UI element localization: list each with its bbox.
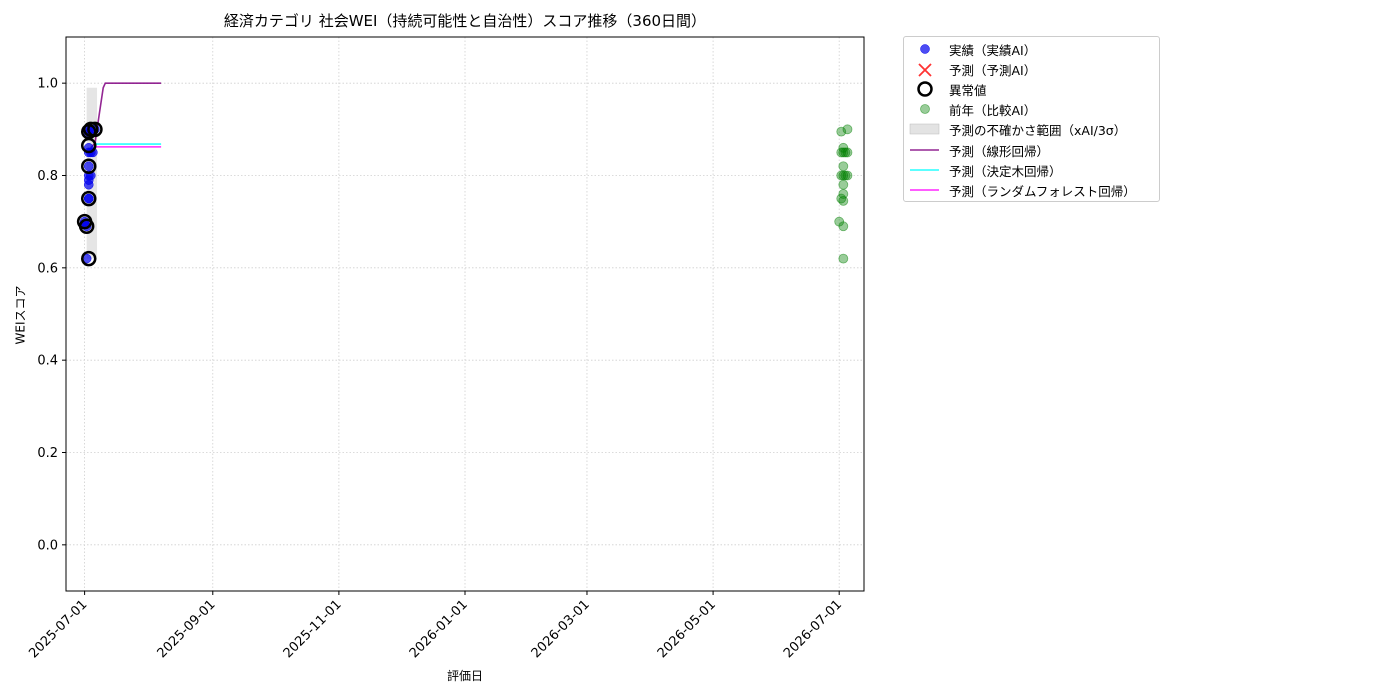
- x-tick-label: 2025-11-01: [281, 597, 345, 661]
- x-axis-label: 評価日: [446, 669, 483, 683]
- legend-item-uncertainty: 予測の不確かさ範囲（xAI/3σ）: [904, 118, 1159, 138]
- previous-year-point: [838, 253, 849, 264]
- legend-anomaly-marker: [917, 81, 933, 97]
- prediction-line-layer: [90, 82, 162, 149]
- previous-year-point: [838, 221, 849, 232]
- actual-point: [83, 161, 94, 172]
- y-tick-label: 0.8: [37, 169, 58, 184]
- legend-linear-label: 予測（線形回帰）: [949, 144, 1050, 159]
- actual-point: [83, 193, 94, 204]
- linear-regression-line: [90, 82, 162, 149]
- legend-forest-label: 予測（ランダムフォレスト回帰）: [949, 184, 1136, 199]
- legend-item-previous-year: 前年（比較AI）: [904, 98, 1159, 118]
- legend-forecast-label: 予測（予測AI）: [949, 63, 1037, 78]
- legend-uncertainty-swatch: [909, 123, 940, 135]
- legend-anomaly-label: 異常値: [949, 83, 987, 98]
- legend-tree-line: [910, 169, 939, 171]
- previous-year-point: [842, 124, 853, 135]
- axis-ticks: 0.0 0.2 0.4 0.6 0.8 1.0 2025-07-01 2025-09-01 20…: [26, 77, 845, 662]
- legend-item-linear: 予測（線形回帰）: [904, 139, 1159, 159]
- previous-year-point: [842, 170, 853, 181]
- legend-forest-line: [910, 189, 939, 191]
- legend-previous-year-marker: [920, 104, 930, 114]
- legend-item-forecast: 予測（予測AI）: [904, 58, 1159, 78]
- legend-previous-year-label: 前年（比較AI）: [949, 103, 1037, 118]
- previous-year-point: [842, 147, 853, 158]
- grid-lines: [66, 37, 864, 591]
- y-tick-label: 0.0: [37, 538, 58, 553]
- legend-actual-marker: [920, 44, 930, 54]
- legend-item-actual: 実績（実績AI）: [904, 38, 1159, 58]
- legend-tree-label: 予測（決定木回帰）: [949, 164, 1062, 179]
- legend-forecast-marker: [918, 63, 932, 77]
- x-tick-label: 2025-07-01: [26, 597, 90, 661]
- previous-year-point: [838, 189, 849, 199]
- y-tick-label: 0.6: [37, 261, 58, 276]
- data-point-layer: [79, 124, 853, 264]
- legend-linear-line: [910, 149, 939, 151]
- legend-actual-label: 実績（実績AI）: [949, 43, 1037, 58]
- y-tick-label: 0.2: [37, 446, 58, 461]
- legend-uncertainty-label: 予測の不確かさ範囲（xAI/3σ）: [949, 123, 1127, 138]
- chart-title: 経済カテゴリ 社会WEI（持続可能性と自治性）スコア推移（360日間）: [223, 12, 707, 30]
- x-tick-label: 2026-01-01: [407, 597, 471, 661]
- legend: 実績（実績AI） 予測（予測AI） 異常値 前年（比較AI） 予測の不確かさ範囲…: [903, 36, 1160, 202]
- x-tick-label: 2026-03-01: [529, 597, 593, 661]
- x-tick-label: 2025-09-01: [155, 597, 219, 661]
- y-tick-label: 1.0: [37, 77, 58, 92]
- y-axis-label: WEIスコア: [13, 285, 28, 345]
- legend-item-forest: 予測（ランダムフォレスト回帰）: [904, 179, 1159, 199]
- legend-item-anomaly: 異常値: [904, 78, 1159, 98]
- chart-canvas: 0.0 0.2 0.4 0.6 0.8 1.0 2025-07-01 2025-09-01 20…: [26, 36, 865, 662]
- x-tick-label: 2026-07-01: [781, 597, 845, 661]
- previous-year-point: [838, 179, 849, 190]
- y-tick-label: 0.4: [37, 354, 58, 369]
- legend-item-tree: 予測（決定木回帰）: [904, 159, 1159, 179]
- previous-year-point: [838, 161, 849, 172]
- x-tick-label: 2026-05-01: [655, 597, 719, 661]
